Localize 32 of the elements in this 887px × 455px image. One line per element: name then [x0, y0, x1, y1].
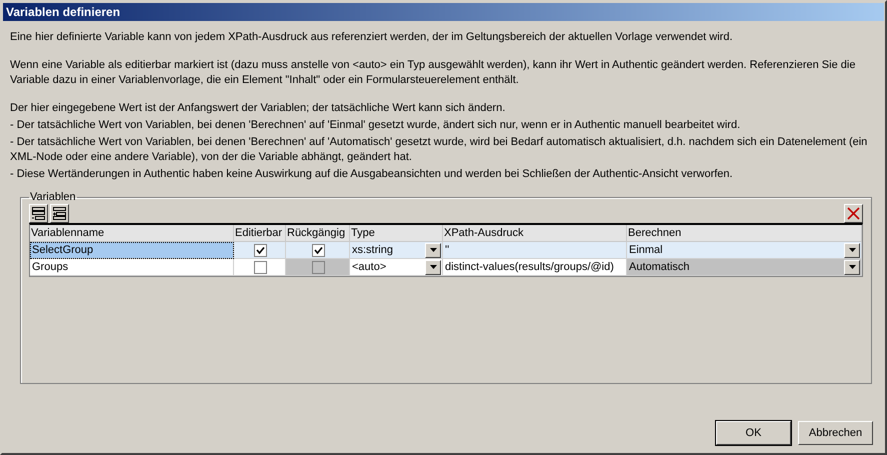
dialog-button[interactable]: OK: [716, 421, 791, 445]
info-text: Wenn eine Variable als editierbar markiert ist (dazu muss anstelle von <auto> ein Typ ausgewählt werden), kann ihr Wert in Authentic geändert werden. Referenzieren Sie die Variable dazu in einer Variablenvorlage, die ein Element "Inhalt" oder ein Formularsteuerelement enthält.: [10, 58, 856, 88]
type-dropdown[interactable]: <auto>: [350, 259, 443, 276]
name-cell[interactable]: SelectGroup: [30, 242, 234, 259]
dialog-button[interactable]: Abbrechen: [798, 421, 873, 445]
window-title: Variablen definieren: [3, 3, 884, 21]
append-row-button[interactable]: [29, 204, 48, 222]
info-text: Eine hier definierte Variable kann von jedem XPath-Ausdruck aus referenziert werden, der im Geltungsbereich der aktuellen Vorlage verwendet wird.: [10, 30, 734, 45]
dropdown-arrow-icon[interactable]: [848, 248, 856, 252]
column-header[interactable]: Variablenname: [30, 225, 234, 242]
info-text: Der hier eingegebene Wert ist der Anfangswert der Variablen; der tatsächliche Wert kann sich ändern.: [10, 101, 506, 116]
undo-checkbox[interactable]: [312, 244, 325, 256]
editable-checkbox[interactable]: [254, 260, 267, 274]
xpath-cell[interactable]: '': [443, 242, 627, 259]
name-cell[interactable]: Groups: [30, 259, 234, 276]
insert-row-button[interactable]: [50, 204, 69, 222]
column-header[interactable]: Berechnen: [627, 225, 862, 242]
info-text: - Der tatsächliche Wert von Variablen, bei denen 'Berechnen' auf 'Automatisch' gesetzt wurde, wird bei Bedarf automatisch aktualisiert, d.h. nachdem sich ein Datenelement (ein XML-Node oder eine andere Variable), von der die Variable abhängt, geändert hat.: [10, 135, 868, 165]
delete-button[interactable]: [844, 204, 863, 222]
editable-checkbox[interactable]: [254, 244, 267, 256]
column-header[interactable]: Editierbar: [234, 225, 286, 242]
column-header[interactable]: XPath-Ausdruck: [443, 225, 627, 242]
group-label: Variablen: [29, 191, 77, 203]
column-header[interactable]: Type: [350, 225, 443, 242]
dropdown-arrow-icon[interactable]: [430, 248, 436, 252]
xpath-cell[interactable]: distinct-values(results/groups/@id): [443, 259, 627, 276]
calc-dropdown[interactable]: Einmal: [627, 242, 862, 259]
column-header[interactable]: Rückgängig: [286, 225, 350, 242]
info-text: - Der tatsächliche Wert von Variablen, bei denen 'Berechnen' auf 'Einmal' gesetzt wurde, ändert sich nur, wenn er in Authentic manuell bearbeitet wird.: [10, 118, 742, 133]
type-dropdown[interactable]: xs:string: [350, 242, 443, 259]
dropdown-arrow-icon[interactable]: [430, 265, 436, 269]
info-text: - Diese Wertänderungen in Authentic haben keine Auswirkung auf die Ausgabeansichten und werden bei Schließen der Authentic-Ansicht verworfen.: [10, 167, 734, 182]
